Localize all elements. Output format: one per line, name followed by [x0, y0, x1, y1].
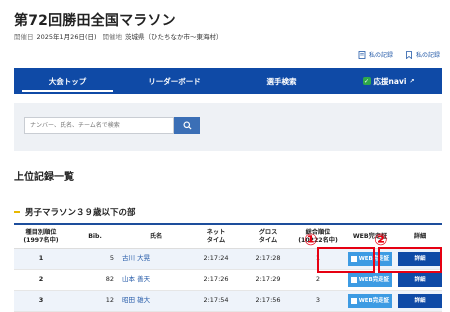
- rank-cell: 3: [38, 296, 44, 305]
- annotation-number-2: ②: [374, 230, 388, 249]
- tab-runner-search-label: 選手検索: [266, 76, 297, 86]
- gross-time-cell: 2:17:28: [255, 254, 281, 263]
- favorite-record-label: 私の記録: [415, 52, 440, 59]
- my-record-link[interactable]: 私の記録: [358, 50, 393, 59]
- header-rank-label: 種目別順位 (1997名中): [23, 229, 59, 244]
- tab-support-navi-label: 応援navi: [373, 76, 407, 86]
- overall-rank-cell: 2: [315, 275, 321, 284]
- tab-event-top[interactable]: 大会トップ: [14, 68, 121, 94]
- annotation-number-1: ①: [304, 230, 318, 249]
- records-links: 私の記録 私の記録: [358, 50, 440, 59]
- web-certificate-label: WEB完走証: [358, 297, 390, 304]
- detail-cell: 詳細: [398, 291, 442, 311]
- name-cell: 山本 善天: [122, 270, 190, 290]
- search-button[interactable]: [174, 117, 200, 134]
- header-net-time: ネット タイム: [190, 225, 242, 248]
- my-record-label: 私の記録: [368, 52, 393, 59]
- name-cell: 古川 大晃: [122, 249, 190, 269]
- net-time-cell: 2:17:26: [203, 275, 229, 284]
- net-time-cell: 2:17:54: [203, 296, 229, 305]
- certificate-icon: [350, 298, 357, 304]
- header-web-certificate: WEB完走証: [352, 232, 388, 240]
- document-icon: [358, 50, 366, 59]
- runner-name-link[interactable]: 昭田 雄大: [122, 296, 150, 305]
- tab-event-top-label: 大会トップ: [48, 76, 87, 86]
- table-row: 3 12 昭田 雄大 2:17:54 2:17:56 3 WEB完走証 詳細: [14, 291, 442, 312]
- rank-cell: 2: [38, 275, 44, 284]
- event-date: 2025年1月26日(日): [36, 33, 97, 41]
- header-overall-rank: 総合順位 (10222名中): [294, 225, 342, 248]
- bib-cell: 5: [109, 254, 114, 263]
- event-venue: 茨城県（ひたちなか市〜東海村）: [125, 33, 223, 41]
- certificate-cell: WEB完走証: [342, 270, 398, 290]
- net-time-cell: 2:17:24: [203, 254, 229, 263]
- bib-cell: 12: [105, 296, 114, 305]
- event-meta: 開催日 2025年1月26日(日) 開催地 茨城県（ひたちなか市〜東海村）: [14, 31, 223, 41]
- table-row: 2 82 山本 善天 2:17:26 2:17:29 2 WEB完走証 詳細: [14, 270, 442, 291]
- main-nav: 大会トップ リーダーボード 選手検索 ✓ 応援navi ↗: [14, 68, 442, 94]
- certificate-icon: [350, 277, 357, 283]
- web-certificate-button[interactable]: WEB完走証: [348, 294, 392, 308]
- tab-runner-search[interactable]: 選手検索: [228, 68, 335, 94]
- highlight-detail: [378, 247, 442, 273]
- certificate-cell: WEB完走証: [342, 291, 398, 311]
- tab-leaderboard-label: リーダーボード: [148, 76, 201, 86]
- category-marker: [14, 211, 20, 213]
- header-detail: 詳細: [413, 232, 427, 240]
- search-panel: [14, 103, 442, 151]
- external-link-icon: ↗: [409, 77, 415, 85]
- name-cell: 昭田 雄大: [122, 291, 190, 311]
- favorite-record-link[interactable]: 私の記録: [405, 50, 440, 59]
- header-net-label: ネット タイム: [206, 229, 226, 244]
- bib-cell: 82: [105, 275, 114, 284]
- search-input[interactable]: [24, 117, 174, 134]
- detail-button[interactable]: 詳細: [398, 294, 442, 308]
- web-certificate-label: WEB完走証: [358, 276, 390, 283]
- venue-label: 開催地: [102, 33, 123, 41]
- tab-support-navi[interactable]: ✓ 応援navi ↗: [335, 68, 442, 94]
- tab-leaderboard[interactable]: リーダーボード: [121, 68, 228, 94]
- web-certificate-button[interactable]: WEB完走証: [348, 273, 392, 287]
- gross-time-cell: 2:17:56: [255, 296, 281, 305]
- category-title: 男子マラソン３９歳以下の部: [25, 208, 136, 218]
- gross-time-cell: 2:17:29: [255, 275, 281, 284]
- runner-name-link[interactable]: 古川 大晃: [122, 254, 150, 263]
- header-gross-label: グロス タイム: [258, 229, 278, 244]
- header-name: 氏名: [149, 232, 163, 240]
- search-icon: [182, 121, 192, 130]
- header-bib: Bib.: [88, 232, 102, 240]
- page-title: 第72回勝田全国マラソン: [14, 13, 176, 29]
- highlight-web-certificate: [317, 247, 375, 273]
- detail-cell: 詳細: [398, 270, 442, 290]
- header-rank: 種目別順位 (1997名中): [14, 225, 68, 248]
- rank-cell: 1: [38, 254, 44, 263]
- section-title: 上位記録一覧: [14, 172, 74, 183]
- category-heading: 男子マラソン３９歳以下の部: [14, 206, 136, 218]
- header-gross-time: グロス タイム: [242, 225, 294, 248]
- detail-button[interactable]: 詳細: [398, 273, 442, 287]
- overall-rank-cell: 3: [315, 296, 321, 305]
- runner-name-link[interactable]: 山本 善天: [122, 275, 150, 284]
- support-navi-icon: ✓: [362, 77, 371, 85]
- bookmark-icon: [406, 50, 412, 59]
- date-label: 開催日: [14, 33, 34, 41]
